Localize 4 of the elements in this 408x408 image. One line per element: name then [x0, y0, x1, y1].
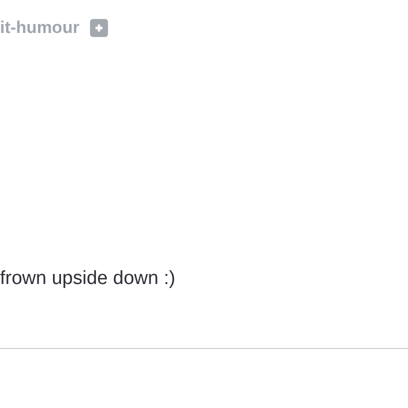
- post-text: frown upside down :): [0, 268, 176, 290]
- tag-link[interactable]: it-humour: [0, 18, 80, 38]
- plus-icon: [94, 23, 104, 33]
- add-button[interactable]: [90, 19, 108, 37]
